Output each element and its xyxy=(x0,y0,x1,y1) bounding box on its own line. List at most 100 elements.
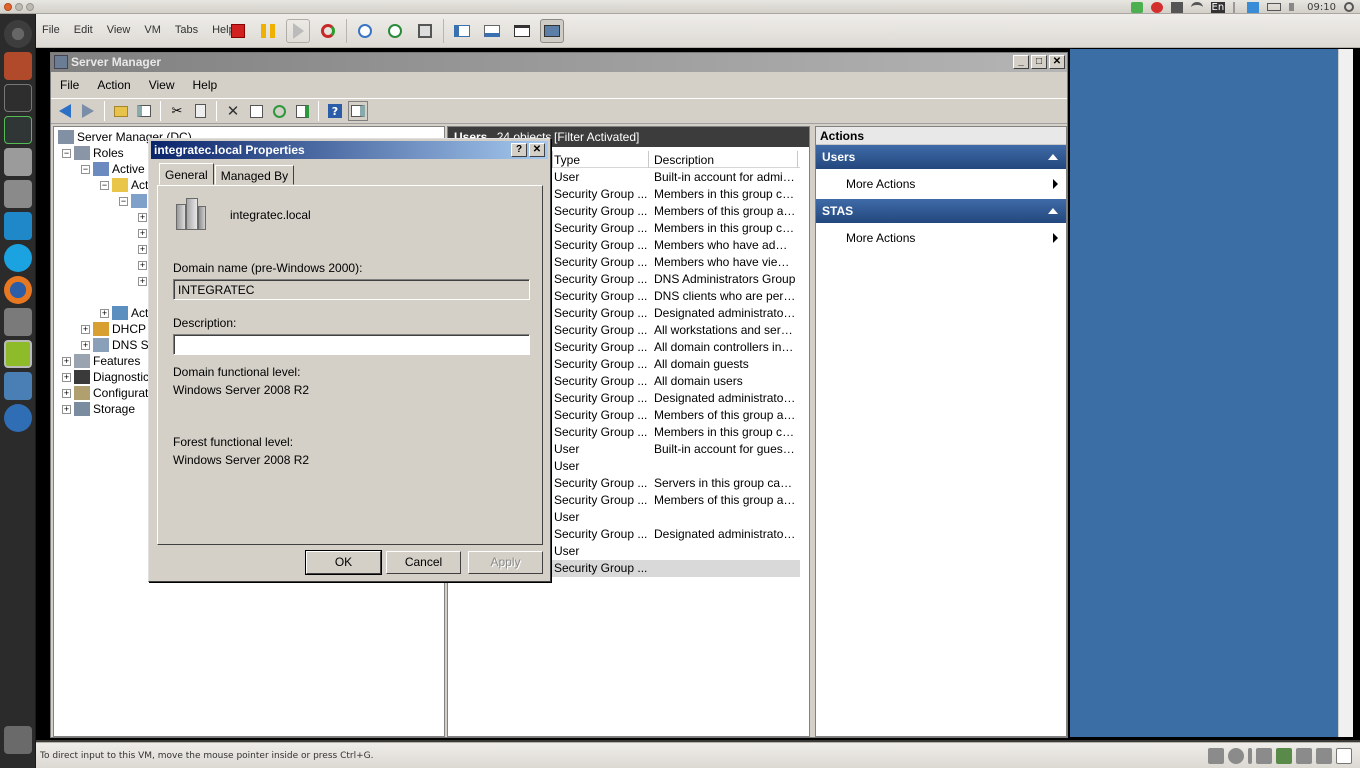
tree-node-child[interactable]: + xyxy=(138,257,147,273)
snapshot-button[interactable] xyxy=(353,19,377,43)
skype-icon[interactable] xyxy=(4,244,32,272)
expand-icon[interactable]: + xyxy=(138,260,147,270)
tree-node-child[interactable]: + xyxy=(138,225,147,241)
close-button[interactable]: ✕ xyxy=(1049,55,1065,69)
list-item[interactable]: Security Group ... All workstations and s… xyxy=(552,322,800,339)
dialog-titlebar[interactable]: integratec.local Properties ? ✕ xyxy=(151,141,548,159)
ok-button[interactable]: OK xyxy=(305,550,382,575)
tree-node-diagnostics[interactable]: + Diagnostics xyxy=(62,369,155,385)
power-off-button[interactable] xyxy=(226,19,250,43)
apply-button[interactable]: Apply xyxy=(468,551,543,574)
forward-button[interactable] xyxy=(78,101,98,121)
tree-node-configuration[interactable]: + Configurati xyxy=(62,385,151,401)
list-item[interactable]: User xyxy=(552,543,800,560)
list-item[interactable]: Security Group ... Members who have view-… xyxy=(552,254,800,271)
minimize-icon[interactable] xyxy=(15,3,23,11)
show-hide-action-pane-button[interactable] xyxy=(348,101,368,121)
drive-icon[interactable] xyxy=(4,148,32,176)
back-button[interactable] xyxy=(55,101,75,121)
maximize-button[interactable]: □ xyxy=(1031,55,1047,69)
collapse-icon[interactable]: − xyxy=(100,180,109,190)
refresh-button[interactable] xyxy=(269,101,289,121)
minimize-button[interactable]: _ xyxy=(1013,55,1029,69)
printer-icon[interactable] xyxy=(1316,748,1332,764)
properties-button[interactable] xyxy=(246,101,266,121)
printer-icon[interactable] xyxy=(1170,1,1183,13)
reset-button[interactable] xyxy=(316,19,340,43)
wifi-icon[interactable] xyxy=(1190,1,1203,13)
vertical-scrollbar[interactable] xyxy=(1338,49,1353,737)
cancel-button[interactable]: Cancel xyxy=(386,551,461,574)
snapshot-manager-button[interactable] xyxy=(413,19,437,43)
gear-icon[interactable] xyxy=(1344,2,1354,12)
list-item[interactable]: Security Group ... All domain guests xyxy=(552,356,800,373)
menu-help[interactable]: Help xyxy=(184,75,227,95)
expand-icon[interactable]: + xyxy=(138,244,147,254)
vm-menu-file[interactable]: File xyxy=(42,24,60,36)
stop-icon[interactable] xyxy=(1150,1,1163,13)
remote-desktop-icon[interactable] xyxy=(4,404,32,432)
actions-section-users[interactable]: Users xyxy=(816,145,1066,169)
show-sidebar-button[interactable] xyxy=(450,19,474,43)
expand-icon[interactable]: + xyxy=(62,404,71,414)
maximize-icon[interactable] xyxy=(26,3,34,11)
column-type[interactable]: Type xyxy=(554,153,580,167)
list-item[interactable]: Security Group ... xyxy=(552,560,800,577)
list-item[interactable]: Security Group ... All domain users xyxy=(552,373,800,390)
more-actions-stas[interactable]: More Actions xyxy=(816,223,1066,253)
list-item[interactable]: Security Group ... Designated administrat… xyxy=(552,390,800,407)
drive-icon[interactable] xyxy=(4,180,32,208)
tree-node-ad-users-computers[interactable]: − Act xyxy=(100,177,148,193)
update-icon[interactable] xyxy=(1130,1,1143,13)
expand-icon[interactable]: + xyxy=(81,340,90,350)
expand-icon[interactable]: + xyxy=(81,324,90,334)
usb-icon[interactable] xyxy=(1276,748,1292,764)
prewin-name-field[interactable]: INTEGRATEC xyxy=(173,279,530,300)
list-item[interactable]: User xyxy=(552,458,800,475)
list-item[interactable]: User Built-in account for admini... xyxy=(552,169,800,186)
collapse-arrow-icon[interactable] xyxy=(1048,154,1058,160)
vm-menu-edit[interactable]: Edit xyxy=(74,24,93,36)
tree-node-dhcp[interactable]: + DHCP S xyxy=(81,321,157,337)
terminal-icon[interactable] xyxy=(4,84,32,112)
tree-node-features[interactable]: + Features xyxy=(62,353,140,369)
revert-snapshot-button[interactable] xyxy=(383,19,407,43)
list-item[interactable]: Security Group ... Servers in this group … xyxy=(552,475,800,492)
tree-node-ad-sites[interactable]: + Act xyxy=(100,305,148,321)
unity-mode-button[interactable] xyxy=(540,19,564,43)
tree-node-child[interactable]: + xyxy=(138,209,147,225)
tree-node-dns[interactable]: + DNS Se xyxy=(81,337,155,353)
list-item[interactable]: Security Group ... Designated administrat… xyxy=(552,526,800,543)
collapse-icon[interactable]: − xyxy=(62,148,71,158)
power-on-button[interactable] xyxy=(286,19,310,43)
list-item[interactable]: Security Group ... Members of this group … xyxy=(552,492,800,509)
expand-icon[interactable]: + xyxy=(100,308,109,318)
system-monitor-icon[interactable] xyxy=(4,116,32,144)
up-one-level-button[interactable] xyxy=(111,101,131,121)
tree-node-roles[interactable]: − Roles xyxy=(62,145,124,161)
list-item[interactable]: Security Group ... Members in this group … xyxy=(552,424,800,441)
list-item[interactable]: Security Group ... Members who have admin… xyxy=(552,237,800,254)
expand-icon[interactable]: + xyxy=(138,276,147,286)
list-item[interactable]: Security Group ... DNS clients who are pe… xyxy=(552,288,800,305)
cd-rom-icon[interactable] xyxy=(1228,748,1244,764)
tab-managed-by[interactable]: Managed By xyxy=(214,165,295,185)
collapse-icon[interactable]: − xyxy=(119,196,128,206)
tree-node-child[interactable]: + xyxy=(138,241,147,257)
trash-icon[interactable] xyxy=(4,726,32,754)
list-item[interactable]: Security Group ... Members in this group … xyxy=(552,186,800,203)
vm-menu-vm[interactable]: VM xyxy=(144,24,161,36)
list-item[interactable]: Security Group ... Members of this group … xyxy=(552,203,800,220)
floppy-icon[interactable] xyxy=(1248,748,1252,764)
vmware-player-icon[interactable] xyxy=(4,340,32,368)
mail-icon[interactable] xyxy=(1247,1,1260,13)
expand-icon[interactable]: + xyxy=(62,388,71,398)
description-field[interactable] xyxy=(173,334,530,355)
tree-node-child[interactable]: + xyxy=(138,273,147,289)
delete-button[interactable]: ✕ xyxy=(223,101,243,121)
menu-action[interactable]: Action xyxy=(88,75,139,95)
tree-node-active-directory[interactable]: − Active xyxy=(81,161,145,177)
list-item[interactable]: Security Group ... Members of this group … xyxy=(552,407,800,424)
expand-icon[interactable]: + xyxy=(62,372,71,382)
volume-icon[interactable] xyxy=(1289,3,1299,11)
